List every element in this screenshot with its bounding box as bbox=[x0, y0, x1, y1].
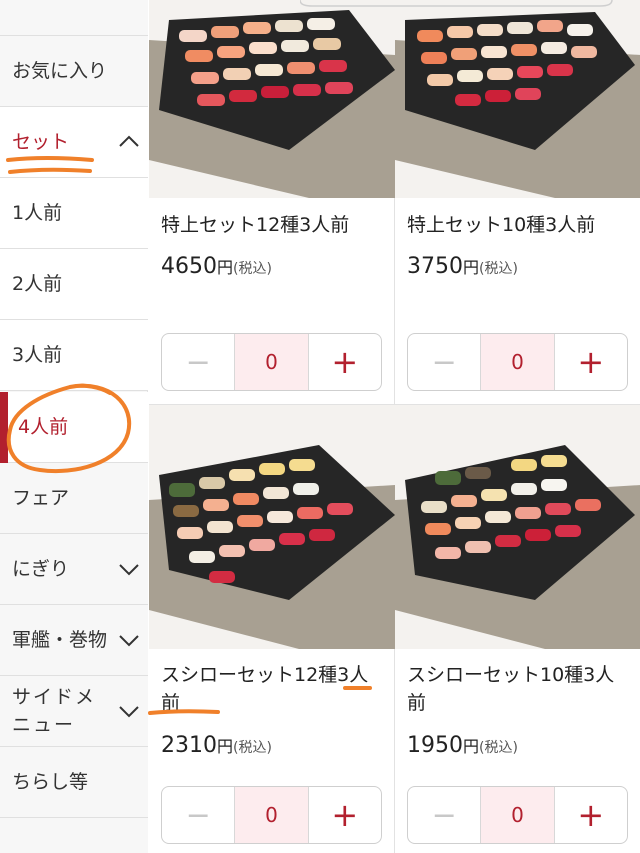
price-unit: 円 bbox=[217, 258, 234, 277]
product-name: 特上セット12種3人前 bbox=[161, 214, 350, 236]
sidebar-item-label: ちらし等 bbox=[12, 771, 89, 793]
decrement-button[interactable]: − bbox=[162, 334, 234, 390]
quantity-value: 0 bbox=[234, 787, 309, 843]
decrement-button[interactable]: − bbox=[408, 787, 480, 843]
product-image bbox=[149, 0, 395, 198]
product-name: スシローセット10種3人前 bbox=[407, 664, 615, 714]
quantity-stepper: − 0 + bbox=[161, 786, 382, 844]
tax-label: (税込) bbox=[479, 261, 518, 277]
price-unit: 円 bbox=[463, 258, 480, 277]
category-sidebar: お気に入り セット 1人前 2人前 3人前 4人前 フェア にぎり 軍艦・巻物 … bbox=[0, 0, 148, 853]
quantity-stepper: − 0 + bbox=[161, 333, 382, 391]
sidebar-item-side-menu[interactable]: サイドメニュー bbox=[0, 676, 148, 747]
sidebar-item-top-partial bbox=[0, 0, 148, 36]
quantity-stepper: − 0 + bbox=[407, 333, 628, 391]
product-price: 4650円(税込) bbox=[161, 254, 272, 279]
sidebar-item-label: 2人前 bbox=[12, 273, 63, 295]
sidebar-item-more bbox=[0, 818, 148, 853]
increment-button[interactable]: + bbox=[309, 787, 381, 843]
sidebar-item-label: 軍艦・巻物 bbox=[12, 629, 108, 651]
sidebar-item-label: 4人前 bbox=[18, 416, 69, 438]
price-value: 1950 bbox=[407, 733, 463, 758]
product-name: スシローセット12種3人前 bbox=[161, 664, 369, 714]
tax-label: (税込) bbox=[479, 740, 518, 756]
product-card: スシローセット12種3人前 2310円(税込) − 0 + bbox=[149, 405, 395, 853]
sidebar-item-label: セット bbox=[12, 131, 70, 153]
product-image bbox=[149, 405, 395, 649]
product-card: 特上セット12種3人前 4650円(税込) − 0 + bbox=[149, 0, 395, 405]
price-unit: 円 bbox=[217, 737, 234, 756]
increment-button[interactable]: + bbox=[555, 334, 627, 390]
product-image bbox=[395, 0, 640, 198]
quantity-value: 0 bbox=[480, 787, 555, 843]
product-name: 特上セット10種3人前 bbox=[407, 214, 596, 236]
sidebar-item-4-person[interactable]: 4人前 bbox=[0, 392, 148, 463]
sidebar-item-fair[interactable]: フェア bbox=[0, 463, 148, 534]
tax-label: (税込) bbox=[233, 740, 272, 756]
sidebar-item-label: にぎり bbox=[12, 558, 70, 580]
decrement-button[interactable]: − bbox=[408, 334, 480, 390]
sidebar-item-label: フェア bbox=[12, 487, 70, 509]
price-value: 3750 bbox=[407, 254, 463, 279]
product-price: 2310円(税込) bbox=[161, 733, 272, 758]
sidebar-item-3-person[interactable]: 3人前 bbox=[0, 320, 148, 391]
product-price: 1950円(税込) bbox=[407, 733, 518, 758]
chevron-up-icon bbox=[119, 135, 139, 147]
sidebar-item-chirashi[interactable]: ちらし等 bbox=[0, 747, 148, 818]
sidebar-item-label: 3人前 bbox=[12, 344, 63, 366]
chevron-down-icon bbox=[119, 564, 139, 576]
product-card: スシローセット10種3人前 1950円(税込) − 0 + bbox=[395, 405, 640, 853]
sidebar-item-1-person[interactable]: 1人前 bbox=[0, 178, 148, 249]
product-card: 特上セット10種3人前 3750円(税込) − 0 + bbox=[395, 0, 640, 405]
sidebar-item-set[interactable]: セット bbox=[0, 107, 148, 178]
sidebar-item-2-person[interactable]: 2人前 bbox=[0, 249, 148, 320]
decrement-button[interactable]: − bbox=[162, 787, 234, 843]
sidebar-item-label: サイドメニュー bbox=[12, 686, 97, 736]
price-value: 2310 bbox=[161, 733, 217, 758]
sidebar-item-favorites[interactable]: お気に入り bbox=[0, 36, 148, 107]
active-indicator bbox=[0, 392, 8, 463]
increment-button[interactable]: + bbox=[309, 334, 381, 390]
quantity-value: 0 bbox=[480, 334, 555, 390]
quantity-value: 0 bbox=[234, 334, 309, 390]
chevron-down-icon bbox=[119, 706, 139, 718]
sidebar-item-label: 1人前 bbox=[12, 202, 63, 224]
sidebar-item-nigiri[interactable]: にぎり bbox=[0, 534, 148, 605]
product-price: 3750円(税込) bbox=[407, 254, 518, 279]
price-value: 4650 bbox=[161, 254, 217, 279]
tax-label: (税込) bbox=[233, 261, 272, 277]
sidebar-item-label: お気に入り bbox=[12, 60, 108, 82]
sidebar-item-gunkan-maki[interactable]: 軍艦・巻物 bbox=[0, 605, 148, 676]
increment-button[interactable]: + bbox=[555, 787, 627, 843]
chevron-down-icon bbox=[119, 635, 139, 647]
product-image bbox=[395, 405, 640, 649]
price-unit: 円 bbox=[463, 737, 480, 756]
quantity-stepper: − 0 + bbox=[407, 786, 628, 844]
